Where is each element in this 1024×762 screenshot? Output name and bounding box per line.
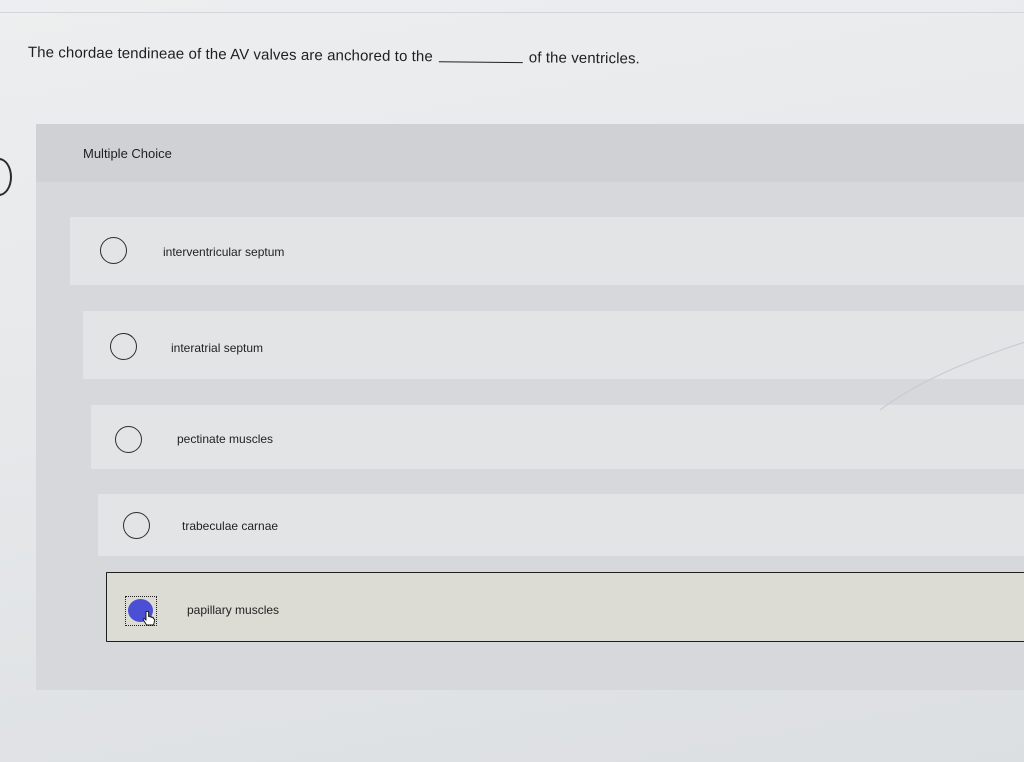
panel-header: Multiple Choice: [36, 124, 1024, 182]
radio-button[interactable]: [100, 237, 127, 264]
option-trabeculae-carnae[interactable]: trabeculae carnae: [98, 494, 1024, 556]
option-label: interatrial septum: [171, 341, 264, 355]
question-text: The chordae tendineae of the AV valves a…: [28, 44, 640, 67]
option-label: pectinate muscles: [177, 432, 274, 446]
radio-button[interactable]: [123, 512, 150, 539]
question-type-label: Multiple Choice: [83, 146, 172, 161]
option-papillary-muscles[interactable]: papillary muscles: [106, 572, 1024, 642]
top-divider: [0, 12, 1024, 13]
radio-button[interactable]: [110, 333, 137, 360]
option-label: interventricular septum: [163, 245, 285, 259]
option-label: papillary muscles: [187, 603, 280, 617]
question-after-blank: of the ventricles.: [528, 49, 640, 68]
partial-circle-edge: [0, 158, 12, 196]
question-before-blank: The chordae tendineae of the AV valves a…: [27, 44, 433, 66]
hand-pointer-icon: [142, 611, 156, 626]
option-label: trabeculae carnae: [182, 519, 279, 533]
answer-blank: [438, 61, 523, 64]
screen-glare-mark: [879, 341, 1024, 411]
radio-button[interactable]: [115, 426, 142, 453]
radio-button-selected[interactable]: [125, 596, 157, 626]
option-interventricular-septum[interactable]: interventricular septum: [70, 217, 1024, 285]
